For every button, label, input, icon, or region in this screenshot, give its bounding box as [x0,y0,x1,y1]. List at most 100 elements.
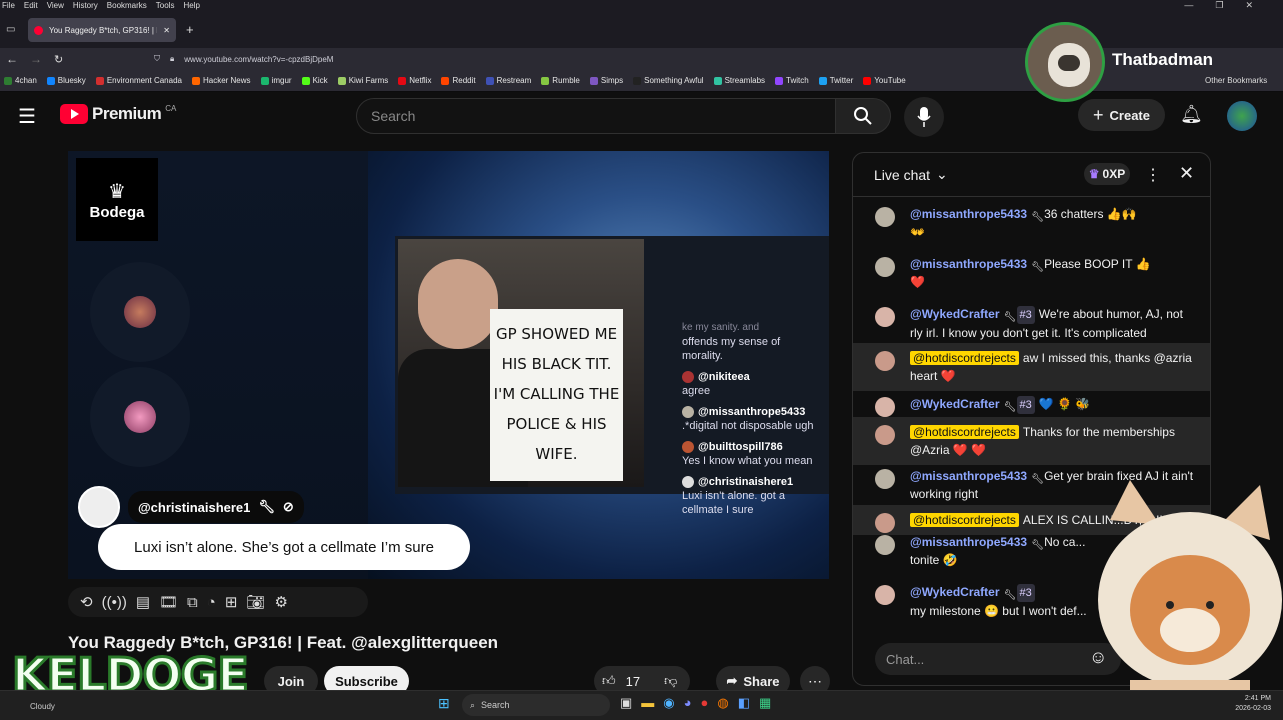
close-tab-icon[interactable]: ✕ [163,26,170,35]
close-icon[interactable]: ✕ [1179,163,1194,184]
notifications-bell-icon[interactable]: 🔔︎ [1180,104,1203,125]
chat-avatar[interactable] [875,397,895,417]
chat-avatar[interactable] [875,207,895,227]
browser-tab[interactable]: You Raggedy B*tch, GP316! | Fc ✕ [28,18,176,42]
stream-tools-bar: ⟲ ((•)) ▤ 🎞︎ ⧉ ◔ ⊞ 📷︎ ⚙ [68,587,368,617]
broadcast-icon[interactable]: ((•)) [102,594,127,611]
bookmark-rumble[interactable]: Rumble [541,76,580,85]
bookmark-streamlabs[interactable]: Streamlabs [713,76,765,85]
maximize-icon[interactable]: ❐ [1215,0,1223,12]
other-bookmarks[interactable]: Other Bookmarks [1205,76,1267,85]
back-icon[interactable]: ← [6,52,18,66]
bookmark-label: imgur [271,76,292,85]
bookmark-youtube[interactable]: YouTube [863,76,906,85]
streamlabs-icon[interactable]: ▦ [759,695,771,711]
live-chat-title[interactable]: Live chat [874,167,930,183]
bookmark-reddit[interactable]: Reddit [441,76,476,85]
record-icon[interactable]: ● [701,695,709,711]
chat-avatar[interactable] [875,257,895,277]
chat-input[interactable]: Chat... [875,643,1121,675]
bookmark-environment-canada[interactable]: Environment Canada [95,76,182,85]
film-icon[interactable]: 🎞︎ [159,593,178,611]
picture-in-picture-icon[interactable]: ⧉ [187,594,198,611]
chat-author[interactable]: @missanthrope5433 [910,257,1027,271]
firefox-icon[interactable]: ◍ [717,695,728,711]
menu-hamburger-icon[interactable]: ☰ [18,104,36,129]
loop-icon[interactable]: ⟲ [80,593,93,611]
menu-edit[interactable]: Edit [24,0,38,12]
taskbar-search[interactable]: ⌕ Search [462,694,610,716]
bookmark-kick[interactable]: Kick [301,76,328,85]
bookmark-hacker-news[interactable]: Hacker News [191,76,251,85]
system-clock[interactable]: 2:41 PM 2026-02-03 [1235,694,1271,714]
bookmark-label: Bluesky [57,76,86,85]
like-icon[interactable]: 👍︎ [602,673,616,689]
file-explorer-icon[interactable]: ▬ [641,695,654,711]
edge-icon[interactable]: ◉ [663,695,674,711]
bookmark-bluesky[interactable]: Bluesky [46,76,86,85]
chat-author[interactable]: @missanthrope5433 [910,535,1027,549]
chat-avatar[interactable] [875,351,895,371]
chat-author[interactable]: @WykedCrafter [910,585,1000,599]
chat-author[interactable]: @WykedCrafter [910,397,1000,411]
weather-widget[interactable]: Cloudy [30,702,55,711]
menu-history[interactable]: History [73,0,98,12]
settings-panel-icon[interactable]: ▤ [136,593,150,611]
reload-icon[interactable]: ↻ [54,53,63,66]
account-avatar[interactable] [1227,101,1257,131]
tab-list-icon[interactable]: ▭ [6,24,15,35]
chat-author[interactable]: @hotdiscordrejects [910,513,1019,527]
create-button[interactable]: + Create [1078,99,1165,131]
close-window-icon[interactable]: ✕ [1245,0,1253,12]
more-icon: ⋯ [808,672,822,689]
chat-avatar[interactable] [875,469,895,489]
bookmark-twitter[interactable]: Twitter [818,76,853,85]
chat-avatar[interactable] [875,535,895,555]
chat-author[interactable]: @missanthrope5433 [910,469,1027,483]
chevron-down-icon[interactable]: ⌄ [936,166,948,183]
url-field[interactable]: ⛉ 🔒︎ www.youtube.com/watch?v=-cpzdBjDpeM [150,50,1000,68]
bookmark-something-awful[interactable]: Something Awful [633,76,704,85]
kebab-menu-icon[interactable]: ⋮ [1145,165,1161,185]
chat-text: 36 chatters 👍🙌 [1044,207,1137,221]
dislike-icon[interactable]: 👎︎ [664,673,677,689]
bookmark-restream[interactable]: Restream [485,76,531,85]
chat-author[interactable]: @WykedCrafter [910,307,1000,321]
chat-author[interactable]: @hotdiscordrejects [910,425,1019,439]
bookmark-twitch[interactable]: Twitch [775,76,809,85]
search-input[interactable]: Search [356,98,836,134]
menu-bookmarks[interactable]: Bookmarks [107,0,147,12]
voice-search-button[interactable] [904,97,944,137]
discord-icon[interactable]: ◕ [684,695,692,711]
menu-file[interactable]: File [2,0,15,12]
minimize-icon[interactable]: — [1184,0,1193,12]
bookmark-favicon-icon [633,76,642,85]
new-tab-icon[interactable]: + [186,22,194,37]
app-icon[interactable]: ◧ [738,695,750,711]
chat-author[interactable]: @hotdiscordrejects [910,351,1019,365]
youtube-logo[interactable]: Premium CA [60,104,176,124]
chat-avatar[interactable] [875,307,895,327]
bookmark-imgur[interactable]: imgur [260,76,292,85]
bookmark-simps[interactable]: Simps [589,76,623,85]
task-view-icon[interactable]: ▣ [620,695,632,711]
forward-icon[interactable]: → [30,52,42,66]
bookmark-favicon-icon [337,76,346,85]
speed-icon[interactable]: ◔ [207,594,216,611]
menu-view[interactable]: View [47,0,64,12]
youtube-play-icon [60,104,88,124]
windows-start-icon[interactable]: ⊞ [438,695,450,712]
chat-avatar[interactable] [875,585,895,605]
bookmark-kiwi-farms[interactable]: Kiwi Farms [337,76,388,85]
camera-icon[interactable]: 📷︎ [246,593,265,611]
menu-tools[interactable]: Tools [156,0,175,12]
chat-avatar[interactable] [875,425,895,445]
chat-author[interactable]: @missanthrope5433 [910,207,1027,221]
search-button[interactable] [835,98,891,134]
bookmark-netflix[interactable]: Netflix [398,76,431,85]
menu-help[interactable]: Help [183,0,199,12]
xp-badge[interactable]: ♛ 0XP [1084,163,1130,185]
bookmark-4chan[interactable]: 4chan [4,76,37,85]
gear-icon[interactable]: ⚙ [274,593,287,611]
add-clip-icon[interactable]: ⊞ [225,593,238,611]
